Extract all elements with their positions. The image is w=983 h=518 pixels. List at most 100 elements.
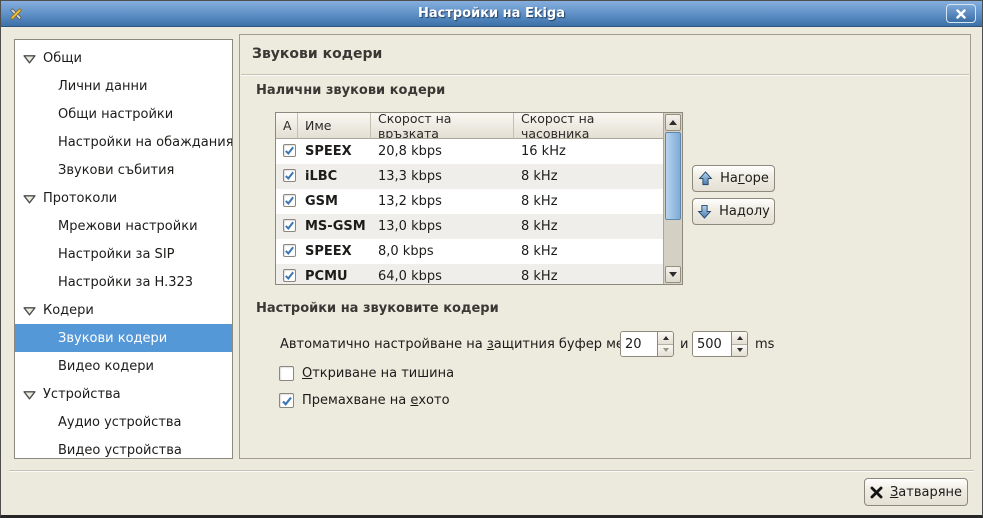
- codec-name: SPEEX: [298, 144, 371, 159]
- scroll-up-button[interactable]: [665, 114, 681, 131]
- check-icon: [284, 245, 295, 256]
- expander-icon[interactable]: [23, 52, 36, 65]
- column-header-active[interactable]: A: [276, 113, 298, 139]
- label-part: На: [719, 204, 737, 219]
- item-label: Звукови кодери: [58, 331, 167, 346]
- jitter-min-input[interactable]: [621, 332, 657, 356]
- table-row[interactable]: PCMU 64,0 kbps 8 kHz: [276, 264, 663, 284]
- arrow-down-icon: [697, 204, 712, 219]
- available-codecs-section-title: Налични звукови кодери: [256, 83, 445, 98]
- label-part: ткриване на тишина: [312, 366, 454, 381]
- spin-down-button[interactable]: [732, 344, 747, 357]
- codec-table: A Име Скорост на връзката Скорост на час…: [275, 112, 683, 285]
- sidebar-item-sound-events[interactable]: Звукови събития: [15, 156, 232, 184]
- sidebar-item-video-devices[interactable]: Видео устройства: [15, 436, 232, 459]
- codec-table-body: SPEEX 20,8 kbps 16 kHz iLBC 13,3 kbps 8 …: [276, 139, 663, 284]
- sidebar-section-devices[interactable]: Устройства: [15, 380, 232, 408]
- codec-enabled-checkbox[interactable]: [283, 244, 296, 257]
- sidebar-section-codecs[interactable]: Кодери: [15, 296, 232, 324]
- scroll-down-button[interactable]: [665, 266, 681, 283]
- codec-enabled-checkbox[interactable]: [283, 144, 296, 157]
- sidebar-item-general-settings[interactable]: Общи настройки: [15, 100, 232, 128]
- item-label: Мрежови настройки: [58, 219, 198, 234]
- page-title: Звукови кодери: [252, 46, 382, 62]
- item-label: Лични данни: [58, 79, 147, 94]
- codec-clock-rate: 8 kHz: [514, 269, 663, 284]
- codec-settings-section-title: Настройки на звуковите кодери: [256, 301, 499, 316]
- section-label: Протоколи: [43, 191, 117, 206]
- table-row[interactable]: SPEEX 20,8 kbps 16 kHz: [276, 139, 663, 164]
- codec-clock-rate: 8 kHz: [514, 169, 663, 184]
- codec-bitrate: 13,3 kbps: [371, 169, 514, 184]
- sidebar-item-personal-data[interactable]: Лични данни: [15, 72, 232, 100]
- echo-cancellation-checkbox[interactable]: [279, 393, 294, 408]
- jitter-max-input[interactable]: [693, 332, 731, 356]
- sidebar-section-general[interactable]: Общи: [15, 44, 232, 72]
- arrow-up-icon: [698, 171, 713, 186]
- move-up-button[interactable]: Нагоре: [692, 165, 775, 192]
- column-header-bitrate[interactable]: Скорост на връзката: [371, 113, 514, 139]
- sidebar-section-protocols[interactable]: Протоколи: [15, 184, 232, 212]
- jitter-buffer-label: Автоматично настройване на защитния буфе…: [280, 337, 652, 352]
- title-separator: [241, 74, 969, 76]
- sidebar-item-audio-devices[interactable]: Аудио устройства: [15, 408, 232, 436]
- window-title: Настройки на Ekiga: [1, 6, 982, 21]
- close-icon: [956, 9, 966, 19]
- spin-up-button[interactable]: [732, 332, 747, 344]
- silence-detection-checkbox[interactable]: [279, 366, 294, 381]
- triangle-down-icon: [669, 272, 677, 277]
- spin-steppers: [657, 332, 673, 356]
- table-row[interactable]: iLBC 13,3 kbps 8 kHz: [276, 164, 663, 189]
- codec-enabled-checkbox[interactable]: [283, 194, 296, 207]
- item-label: Звукови събития: [58, 163, 174, 178]
- table-row[interactable]: GSM 13,2 kbps 8 kHz: [276, 189, 663, 214]
- codec-enabled-checkbox[interactable]: [283, 219, 296, 232]
- sidebar-item-sip-settings[interactable]: Настройки за SIP: [15, 240, 232, 268]
- sidebar-item-call-options[interactable]: Настройки на обажданията: [15, 128, 232, 156]
- expander-icon[interactable]: [23, 304, 36, 317]
- label-part: хото: [418, 393, 449, 408]
- codec-clock-rate: 8 kHz: [514, 244, 663, 259]
- table-scrollbar[interactable]: [663, 113, 682, 284]
- item-label: Настройки за H.323: [58, 275, 193, 290]
- move-up-label: Нагоре: [720, 171, 769, 186]
- sidebar-item-network-settings[interactable]: Мрежови настройки: [15, 212, 232, 240]
- codec-name: SPEEX: [298, 244, 371, 259]
- between-and-label: и: [680, 337, 688, 352]
- column-header-name[interactable]: Име: [298, 113, 371, 139]
- sidebar-item-audio-codecs[interactable]: Звукови кодери: [15, 324, 232, 352]
- expander-icon[interactable]: [23, 192, 36, 205]
- check-icon: [284, 270, 295, 281]
- sidebar-item-video-codecs[interactable]: Видео кодери: [15, 352, 232, 380]
- codec-bitrate: 13,2 kbps: [371, 194, 514, 209]
- silence-detection-option[interactable]: Откриване на тишина: [279, 366, 454, 381]
- spin-up-button[interactable]: [658, 332, 673, 344]
- scrollbar-thumb[interactable]: [665, 132, 681, 220]
- expander-icon[interactable]: [23, 388, 36, 401]
- label-part: На: [720, 171, 738, 186]
- column-header-clock-rate[interactable]: Скорост на часовника: [514, 113, 663, 139]
- check-icon: [284, 195, 295, 206]
- table-row[interactable]: MS-GSM 13,0 kbps 8 kHz: [276, 214, 663, 239]
- titlebar[interactable]: Настройки на Ekiga: [1, 1, 982, 27]
- codec-bitrate: 13,0 kbps: [371, 219, 514, 234]
- echo-cancellation-option[interactable]: Премахване на ехото: [279, 393, 450, 408]
- label-part: атваряне: [898, 485, 962, 500]
- codec-clock-rate: 16 kHz: [514, 144, 663, 159]
- move-down-button[interactable]: Надолу: [692, 198, 775, 225]
- label-mnemonic: О: [302, 366, 312, 381]
- codec-clock-rate: 8 kHz: [514, 194, 663, 209]
- close-dialog-button[interactable]: Затваряне: [864, 478, 968, 506]
- section-label: Устройства: [43, 387, 121, 402]
- codec-enabled-checkbox[interactable]: [283, 269, 296, 282]
- sidebar-item-h323-settings[interactable]: Настройки за H.323: [15, 268, 232, 296]
- codec-table-header: A Име Скорост на връзката Скорост на час…: [276, 113, 663, 139]
- window-close-button[interactable]: [946, 4, 976, 23]
- close-x-icon: [870, 486, 883, 499]
- item-label: Видео кодери: [58, 359, 154, 374]
- table-row[interactable]: SPEEX 8,0 kbps 8 kHz: [276, 239, 663, 264]
- codec-enabled-checkbox[interactable]: [283, 169, 296, 182]
- section-label: Кодери: [43, 303, 94, 318]
- spin-down-button[interactable]: [658, 344, 673, 357]
- footer-separator: [9, 470, 974, 472]
